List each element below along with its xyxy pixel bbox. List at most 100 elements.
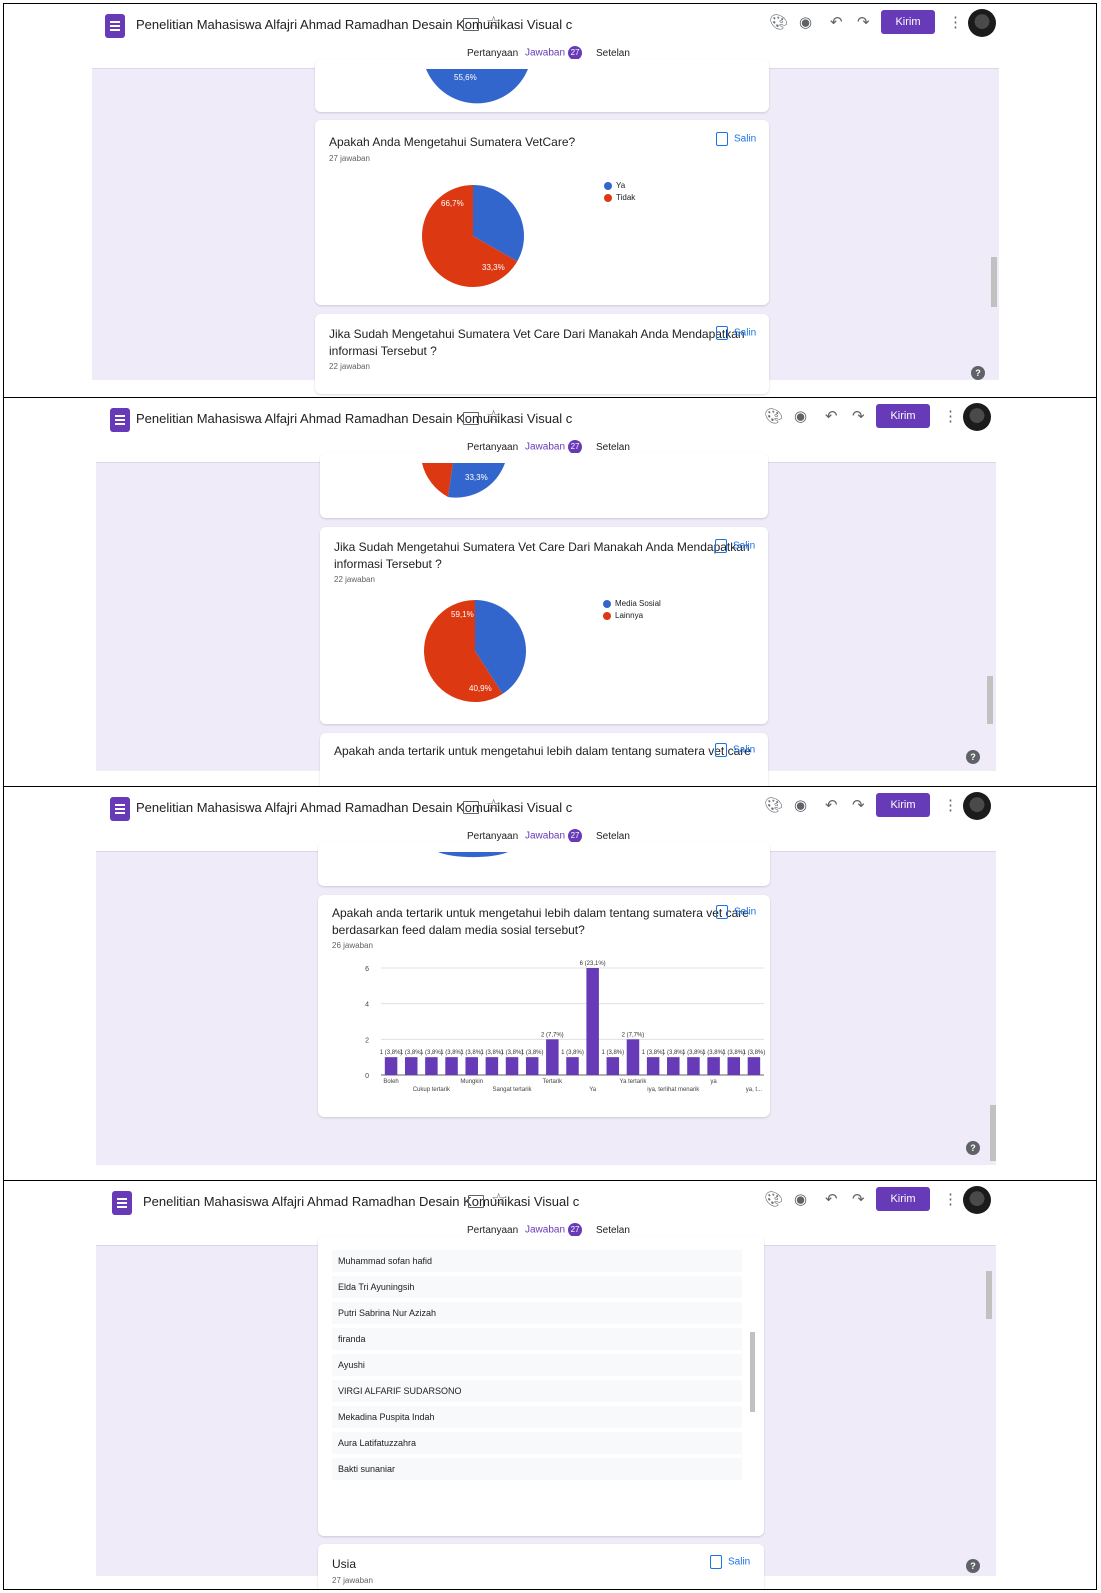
redo-icon[interactable]: ↷ [852, 796, 865, 814]
bar[interactable] [505, 1057, 519, 1075]
bar[interactable] [626, 1039, 640, 1075]
x-tick-label: ya [710, 1079, 717, 1085]
bar[interactable] [485, 1057, 499, 1075]
scrollbar-thumb[interactable] [991, 257, 997, 307]
send-button[interactable]: Kirim [876, 793, 930, 817]
google-forms-icon[interactable] [110, 797, 130, 821]
send-button[interactable]: Kirim [881, 10, 935, 34]
star-icon[interactable]: ☆ [486, 796, 501, 816]
redo-icon[interactable]: ↷ [852, 1190, 865, 1208]
undo-icon[interactable]: ↶ [825, 407, 838, 425]
tab-settings[interactable]: Setelan [596, 442, 630, 453]
list-scrollbar-thumb[interactable] [750, 1332, 755, 1412]
more-vert-icon[interactable]: ⋮ [943, 407, 958, 425]
more-vert-icon[interactable]: ⋮ [943, 1190, 958, 1208]
scrollbar-thumb[interactable] [990, 1105, 996, 1161]
bar[interactable] [404, 1057, 418, 1075]
question-title-line-2: informasi Tersebut ? [329, 344, 437, 358]
tab-questions[interactable]: Pertanyaan [467, 48, 518, 59]
bar[interactable] [687, 1057, 700, 1075]
question-card: Jika Sudah Mengetahui Sumatera Vet Care … [320, 527, 768, 724]
preview-eye-icon[interactable]: ◉ [794, 1190, 807, 1208]
preview-eye-icon[interactable]: ◉ [794, 407, 807, 425]
tab-questions[interactable]: Pertanyaan [467, 442, 518, 453]
more-vert-icon[interactable]: ⋮ [943, 796, 958, 814]
tab-responses[interactable]: Jawaban 27 [525, 1223, 583, 1237]
redo-icon[interactable]: ↷ [857, 13, 870, 31]
bar[interactable] [646, 1057, 660, 1075]
bar[interactable] [747, 1057, 761, 1075]
google-forms-icon[interactable] [112, 1191, 132, 1215]
legend-swatch [603, 599, 611, 608]
document-title[interactable]: Penelitian Mahasiswa Alfajri Ahmad Ramad… [136, 411, 572, 426]
tab-questions[interactable]: Pertanyaan [467, 831, 518, 842]
google-forms-icon[interactable] [110, 408, 130, 432]
more-vert-icon[interactable]: ⋮ [948, 13, 963, 31]
bar[interactable] [546, 1039, 559, 1075]
preview-eye-icon[interactable]: ◉ [799, 13, 812, 31]
folder-icon[interactable] [463, 412, 479, 425]
bar-chart-bars [384, 968, 761, 1075]
palette-icon[interactable]: 🎨︎ [764, 1190, 783, 1208]
undo-icon[interactable]: ↶ [825, 1190, 838, 1208]
star-icon[interactable]: ☆ [486, 13, 501, 33]
bar[interactable] [586, 968, 599, 1075]
bar[interactable] [465, 1057, 478, 1075]
bar[interactable] [566, 1057, 579, 1075]
bar[interactable] [707, 1057, 720, 1075]
undo-icon[interactable]: ↶ [830, 13, 843, 31]
bar[interactable] [667, 1057, 680, 1075]
avatar[interactable] [968, 9, 996, 37]
tab-questions[interactable]: Pertanyaan [467, 1225, 518, 1236]
document-title[interactable]: Penelitian Mahasiswa Alfajri Ahmad Ramad… [143, 1194, 579, 1209]
tab-responses[interactable]: Jawaban 27 [525, 829, 583, 843]
scrollbar-thumb[interactable] [986, 1271, 992, 1319]
bar[interactable] [606, 1057, 620, 1075]
tab-responses[interactable]: Jawaban 27 [525, 46, 583, 60]
document-title[interactable]: Penelitian Mahasiswa Alfajri Ahmad Ramad… [136, 800, 572, 815]
tab-settings[interactable]: Setelan [596, 1225, 630, 1236]
document-title[interactable]: Penelitian Mahasiswa Alfajri Ahmad Ramad… [136, 17, 572, 32]
palette-icon[interactable]: 🎨︎ [764, 796, 783, 814]
google-forms-icon[interactable] [105, 14, 125, 38]
star-icon[interactable]: ☆ [486, 407, 501, 427]
avatar[interactable] [963, 792, 991, 820]
folder-icon[interactable] [463, 18, 479, 31]
tab-settings[interactable]: Setelan [596, 48, 630, 59]
help-icon[interactable]: ? [971, 366, 985, 380]
help-icon[interactable]: ? [966, 750, 980, 764]
copy-chart-button[interactable]: Salin [715, 743, 755, 757]
undo-icon[interactable]: ↶ [825, 796, 838, 814]
x-tick-label: Tertarik [543, 1079, 564, 1085]
help-icon[interactable]: ? [966, 1559, 980, 1573]
bar-data-label: 1 (3,8%) [601, 1050, 624, 1056]
send-button[interactable]: Kirim [876, 404, 930, 428]
avatar[interactable] [963, 403, 991, 431]
copy-chart-button[interactable]: Salin [710, 1555, 750, 1569]
bar[interactable] [525, 1057, 539, 1075]
bar[interactable] [384, 1057, 398, 1075]
bar-chart-gridlines: 0 2 4 6 [365, 966, 764, 1080]
bar[interactable] [727, 1057, 741, 1075]
y-tick-label: 4 [365, 1002, 369, 1009]
avatar[interactable] [963, 1186, 991, 1214]
tab-settings[interactable]: Setelan [596, 831, 630, 842]
bar[interactable] [445, 1057, 458, 1075]
bar-chart: 0246 1 (3,8%)1 (3,8%)1 (3,8%)1 (3,8%)1 (… [365, 961, 765, 1093]
scrollbar-thumb[interactable] [987, 676, 993, 724]
copy-chart-button[interactable]: Salin [716, 326, 756, 340]
help-icon[interactable]: ? [966, 1141, 980, 1155]
folder-icon[interactable] [463, 801, 479, 814]
responses-area: 33,3% Jika Sudah Mengetahui Sumatera Vet… [96, 453, 996, 786]
star-icon[interactable]: ☆ [491, 1190, 506, 1210]
bar[interactable] [425, 1057, 438, 1075]
redo-icon[interactable]: ↷ [852, 407, 865, 425]
preview-eye-icon[interactable]: ◉ [794, 796, 807, 814]
send-button[interactable]: Kirim [876, 1187, 930, 1211]
palette-icon[interactable]: 🎨︎ [769, 13, 788, 31]
question-card: Apakah anda tertarik untuk mengetahui le… [318, 895, 770, 1117]
folder-icon[interactable] [468, 1195, 484, 1208]
tab-responses[interactable]: Jawaban 27 [525, 440, 583, 454]
bar-data-label: 2 (7,7%) [541, 1032, 564, 1038]
palette-icon[interactable]: 🎨︎ [764, 407, 783, 425]
